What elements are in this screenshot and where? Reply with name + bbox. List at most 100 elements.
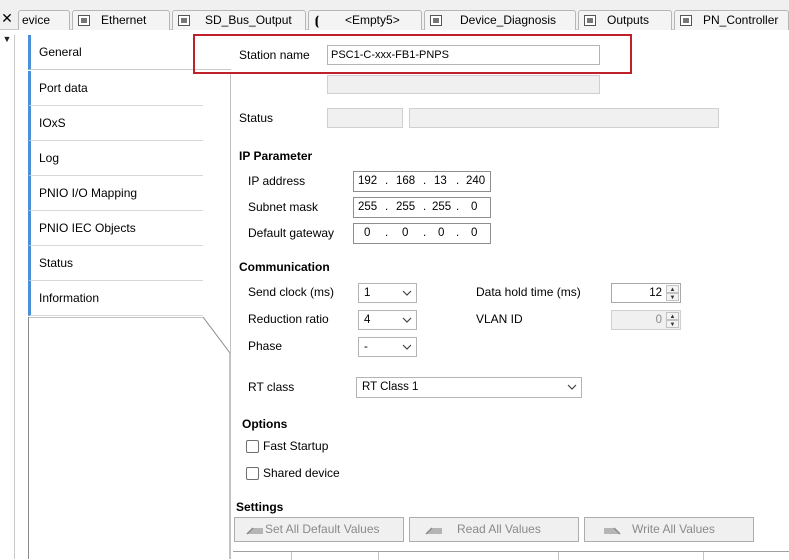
tab-device[interactable]: evice (18, 10, 70, 30)
chevron-down-icon[interactable]: ▼ (0, 33, 14, 45)
station-name-input[interactable]: PSC1-C-xxx-FB1-PNPS (327, 45, 600, 65)
tab-label: Outputs (607, 13, 650, 27)
io-module-icon (430, 15, 442, 26)
settings-table-header (233, 551, 789, 560)
ip-octet: 255 (432, 201, 452, 213)
increment-arrow-icon[interactable]: ▲ (666, 285, 679, 293)
rt-class-select[interactable]: RT Class 1 (356, 377, 582, 398)
tab-label: PN_Controller (703, 13, 779, 27)
ip-octet: 240 (466, 175, 486, 187)
sidebar-item-label: Log (39, 151, 60, 165)
sidebar-item-label: PNIO I/O Mapping (39, 186, 138, 200)
default-gateway-label: Default gateway (248, 226, 335, 240)
ip-octet: 192 (358, 175, 378, 187)
ip-octet: 168 (396, 175, 416, 187)
chevron-down-icon (567, 384, 577, 390)
tab-device-diagnosis[interactable]: Device_Diagnosis (424, 10, 576, 30)
data-hold-time-stepper[interactable]: 12 ▲ ▼ (611, 283, 681, 303)
set-all-default-values-button[interactable]: Set All Default Values (234, 517, 404, 542)
chevron-down-icon (402, 290, 412, 296)
sidebar-item-log[interactable]: Log (28, 141, 203, 176)
tab-outputs[interactable]: Outputs (578, 10, 672, 30)
tab-label: Device_Diagnosis (460, 13, 557, 27)
phase-select[interactable]: - (358, 337, 417, 357)
rt-class-label: RT class (248, 380, 295, 394)
sidebar-item-label: IOxS (39, 116, 66, 130)
tab-sd-bus-output[interactable]: SD_Bus_Output (172, 10, 306, 30)
chevron-down-icon (402, 317, 412, 323)
ip-octet: 255 (358, 201, 378, 213)
empty-slot-icon: ⦗ (315, 14, 319, 28)
divider (14, 35, 15, 559)
read-arrow-icon (425, 527, 442, 535)
ip-octet: 0 (438, 227, 445, 239)
phase-label: Phase (248, 339, 283, 353)
ip-parameter-heading: IP Parameter (239, 149, 313, 163)
tab-empty5[interactable]: ⦗ <Empty5> (308, 10, 422, 30)
ip-address-label: IP address (248, 174, 306, 188)
divider (230, 72, 231, 559)
tab-label: SD_Bus_Output (205, 13, 292, 27)
write-all-values-button[interactable]: Write All Values (584, 517, 754, 542)
ip-octet: 13 (434, 175, 447, 187)
decrement-arrow-icon[interactable]: ▼ (666, 293, 679, 301)
button-label: Write All Values (632, 522, 715, 536)
reduction-ratio-value: 4 (364, 314, 371, 326)
sidebar-item-label: Port data (39, 81, 88, 95)
sidebar-item-information[interactable]: Information (28, 281, 203, 316)
default-gateway-input[interactable]: 0 . 0 . 0 . 0 (353, 223, 491, 244)
subnet-mask-label: Subnet mask (248, 200, 319, 214)
ip-octet: 255 (396, 201, 416, 213)
tab-label: Ethernet (101, 13, 147, 27)
rt-class-value: RT Class 1 (362, 381, 419, 393)
phase-value: - (364, 341, 368, 353)
vlan-id-value: 0 (655, 314, 662, 326)
subnet-mask-input[interactable]: 255 . 255 . 255 . 0 (353, 197, 491, 218)
status-text-field (409, 108, 719, 128)
ip-octet: 0 (402, 227, 409, 239)
sidebar-item-label: Information (39, 291, 100, 305)
io-module-icon (178, 15, 190, 26)
fast-startup-label: Fast Startup (263, 439, 329, 453)
fast-startup-checkbox[interactable] (246, 440, 259, 453)
ip-octet: 0 (471, 201, 478, 213)
editor-tab-strip: ✕ evice Ethernet SD_Bus_Output ⦗ <Empty5… (0, 0, 789, 30)
send-clock-select[interactable]: 1 (358, 283, 417, 303)
button-label: Set All Default Values (265, 522, 380, 536)
station-name-secondary-field (327, 75, 600, 94)
chevron-down-icon (402, 344, 412, 350)
sidebar-item-ioxs[interactable]: IOxS (28, 106, 203, 141)
close-icon[interactable]: ✕ (0, 10, 14, 27)
io-module-icon (584, 15, 596, 26)
options-heading: Options (242, 417, 288, 431)
module-icon (78, 15, 90, 26)
ip-octet: 0 (364, 227, 371, 239)
read-all-values-button[interactable]: Read All Values (409, 517, 579, 542)
increment-arrow-icon: ▲ (666, 312, 679, 320)
send-clock-value: 1 (364, 287, 371, 299)
ip-address-input[interactable]: 192 . 168 . 13 . 240 (353, 171, 491, 192)
sidebar-item-port-data[interactable]: Port data (28, 71, 203, 106)
sidebar-item-pnio-io-mapping[interactable]: PNIO I/O Mapping (28, 176, 203, 211)
sidebar-item-label: PNIO IEC Objects (39, 221, 136, 235)
status-indicator-field (327, 108, 403, 128)
sidebar-item-pnio-iec-objects[interactable]: PNIO IEC Objects (28, 211, 203, 246)
shared-device-label: Shared device (263, 466, 340, 480)
sidebar-background (28, 317, 231, 559)
sidebar-item-label: Status (39, 256, 74, 270)
sidebar-item-label: General (39, 45, 82, 59)
ip-octet: 0 (471, 227, 478, 239)
reset-arrow-icon (246, 527, 263, 535)
shared-device-checkbox[interactable] (246, 467, 259, 480)
reduction-ratio-label: Reduction ratio (248, 312, 329, 326)
sidebar-item-status[interactable]: Status (28, 246, 203, 281)
tab-pn-controller[interactable]: PN_Controller (674, 10, 789, 30)
tab-ethernet[interactable]: Ethernet (72, 10, 170, 30)
vlan-id-stepper: 0 ▲ ▼ (611, 310, 681, 330)
status-label: Status (239, 111, 274, 125)
button-label: Read All Values (457, 522, 541, 536)
reduction-ratio-select[interactable]: 4 (358, 310, 417, 330)
vlan-id-label: VLAN ID (476, 312, 523, 326)
station-name-label: Station name (239, 48, 310, 62)
data-hold-time-value: 12 (649, 287, 662, 299)
